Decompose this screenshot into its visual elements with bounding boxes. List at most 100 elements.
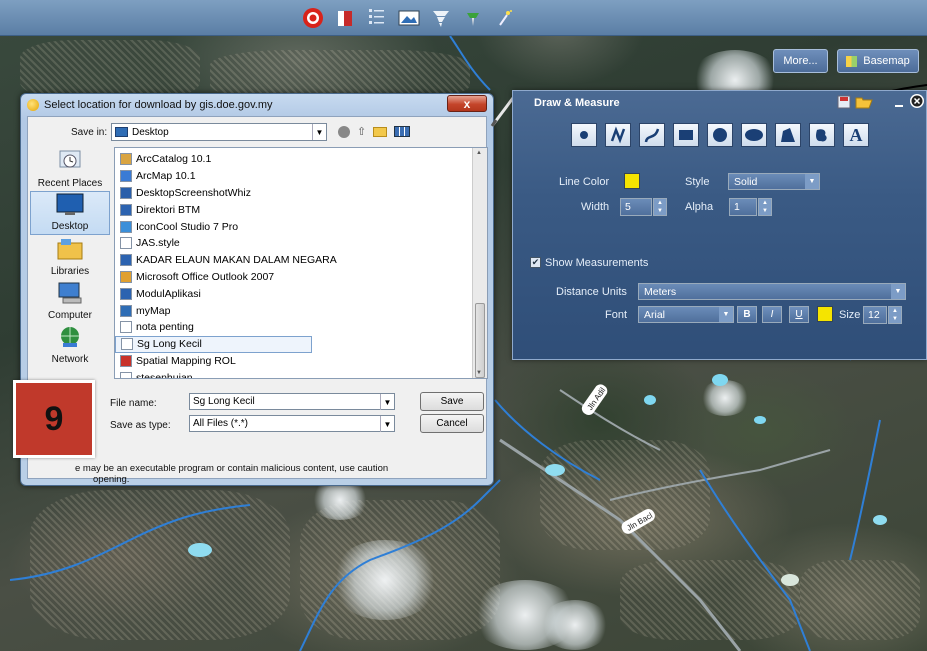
view-menu-icon[interactable] [394,126,411,137]
list-icon[interactable] [366,7,388,29]
file-icon [120,237,132,250]
scroll-down-icon[interactable]: ▼ [476,370,482,376]
up-folder-icon[interactable]: ⇧ [357,125,366,138]
text-icon[interactable]: A [843,123,869,147]
magic-icon[interactable] [494,7,516,29]
more-button[interactable]: More... [773,49,828,73]
distance-units-label: Distance Units [556,286,627,298]
warning-text: e may be an executable program or contai… [75,463,389,474]
scroll-thumb[interactable] [475,303,485,378]
file-list-item[interactable]: ModulAplikasi [115,285,487,302]
close-icon[interactable] [909,93,925,109]
rectangle-icon[interactable] [673,123,699,147]
file-name: ArcCatalog 10.1 [136,153,212,166]
chevron-down-icon[interactable]: ▼ [312,124,326,140]
show-measurements-checkbox[interactable]: ✔ [530,257,541,268]
show-measurements-label: Show Measurements [545,257,649,269]
save-as-type-select[interactable]: All Files (*.*) ▼ [189,415,395,432]
file-list[interactable]: ArcCatalog 10.1 ArcMap 10.1 DesktopScreens… [114,147,488,379]
line-color-swatch[interactable] [624,173,640,189]
scroll-up-icon[interactable]: ▲ [476,150,482,156]
minimize-icon[interactable] [895,99,903,107]
dialog-titlebar[interactable]: Select location for download by gis.doe.… [21,94,493,116]
file-list-scrollbar[interactable]: ▲ ▼ [472,148,487,378]
dialog-title: Select location for download by gis.doe.… [44,99,273,111]
width-stepper[interactable]: 5 ▲ ▼ [620,198,667,216]
file-icon [120,371,132,378]
save-button[interactable]: Save [420,392,484,411]
file-name: myMap [136,304,171,317]
chevron-down-icon[interactable]: ▼ [891,284,905,299]
font-color-swatch[interactable] [817,306,833,322]
tools-icon[interactable] [462,7,484,29]
dialog-body: Save in: Desktop ▼ ⇧ Recent Places Deskto… [27,116,488,485]
circle-icon[interactable] [707,123,733,147]
file-list-item[interactable]: ArcCatalog 10.1 [115,151,487,168]
open-folder-icon[interactable] [855,95,873,109]
file-list-item[interactable]: Spatial Mapping ROL [115,353,487,370]
save-drawing-icon[interactable] [837,95,851,109]
file-name-input[interactable]: Sg Long Kecil ▼ [189,393,395,410]
style-select[interactable]: Solid ▼ [728,173,820,190]
basemap-button[interactable]: Basemap [837,49,919,73]
save-as-type-value: All Files (*.*) [193,418,249,429]
place-computer[interactable]: Computer [30,279,110,323]
underline-button[interactable]: U [789,306,809,323]
main-toolbar [0,0,927,36]
file-list-item[interactable]: DesktopScreenshotWhiz [115,185,487,202]
place-libraries[interactable]: Libraries [30,235,110,279]
file-list-item[interactable]: myMap [115,302,487,319]
file-list-item[interactable]: Sg Long Kecil [115,335,312,353]
file-list-item[interactable]: JAS.style [115,235,487,252]
point-icon[interactable] [571,123,597,147]
alpha-spin-buttons[interactable]: ▲ ▼ [758,198,772,216]
freehand-polygon-icon[interactable] [809,123,835,147]
file-list-item[interactable]: Microsoft Office Outlook 2007 [115,269,487,286]
file-list-item[interactable]: ArcMap 10.1 [115,168,487,185]
font-select[interactable]: Arial ▼ [638,306,734,323]
file-list-item[interactable]: KADAR ELAUN MAKAN DALAM NEGARA [115,252,487,269]
font-size-stepper[interactable]: 12 ▲ ▼ [863,306,902,324]
alpha-stepper[interactable]: 1 ▲ ▼ [729,198,772,216]
image-icon[interactable] [398,7,420,29]
italic-button[interactable]: I [762,306,782,323]
bold-button[interactable]: B [737,306,757,323]
polygon-icon[interactable] [775,123,801,147]
save-in-combo[interactable]: Desktop ▼ [111,123,327,141]
save-as-type-label: Save as type: [110,420,171,431]
font-size-spin-buttons[interactable]: ▲ ▼ [888,306,902,324]
alpha-value: 1 [734,201,740,213]
dialog-close-button[interactable]: x [447,95,487,112]
place-desktop[interactable]: Desktop [30,191,110,235]
desktop-icon [55,192,85,219]
cancel-button[interactable]: Cancel [420,414,484,433]
chevron-down-icon[interactable]: ▼ [719,307,733,322]
file-name: stesenhujan [136,371,193,379]
file-name: ModulAplikasi [136,287,201,300]
chevron-down-icon[interactable]: ▼ [805,174,819,189]
chevron-down-icon[interactable]: ▼ [380,416,394,432]
place-network[interactable]: Network [30,323,110,367]
arcmap-icon [120,170,132,183]
new-folder-icon[interactable] [373,126,388,137]
place-label: Recent Places [37,178,103,189]
alpha-label: Alpha [685,201,714,213]
tornado-icon[interactable] [430,7,452,29]
file-list-item[interactable]: stesenhujan [115,369,487,379]
file-list-item[interactable]: Direktori BTM [115,201,487,218]
width-spin-buttons[interactable]: ▲ ▼ [653,198,667,216]
bookmark-icon[interactable] [334,7,356,29]
distance-units-select[interactable]: Meters ▼ [638,283,906,300]
document-icon [120,254,132,267]
place-recent-places[interactable]: Recent Places [30,147,110,191]
file-list-item[interactable]: IconCool Studio 7 Pro [115,218,487,235]
target-icon[interactable] [302,7,324,29]
freehand-icon[interactable] [639,123,665,147]
file-list-item[interactable]: nota penting [115,319,487,336]
text-tool-glyph: A [849,124,863,145]
basemap-label: Basemap [863,55,910,67]
back-icon[interactable] [338,125,350,138]
ellipse-icon[interactable] [741,123,767,147]
polyline-icon[interactable] [605,123,631,147]
chevron-down-icon[interactable]: ▼ [380,394,394,410]
